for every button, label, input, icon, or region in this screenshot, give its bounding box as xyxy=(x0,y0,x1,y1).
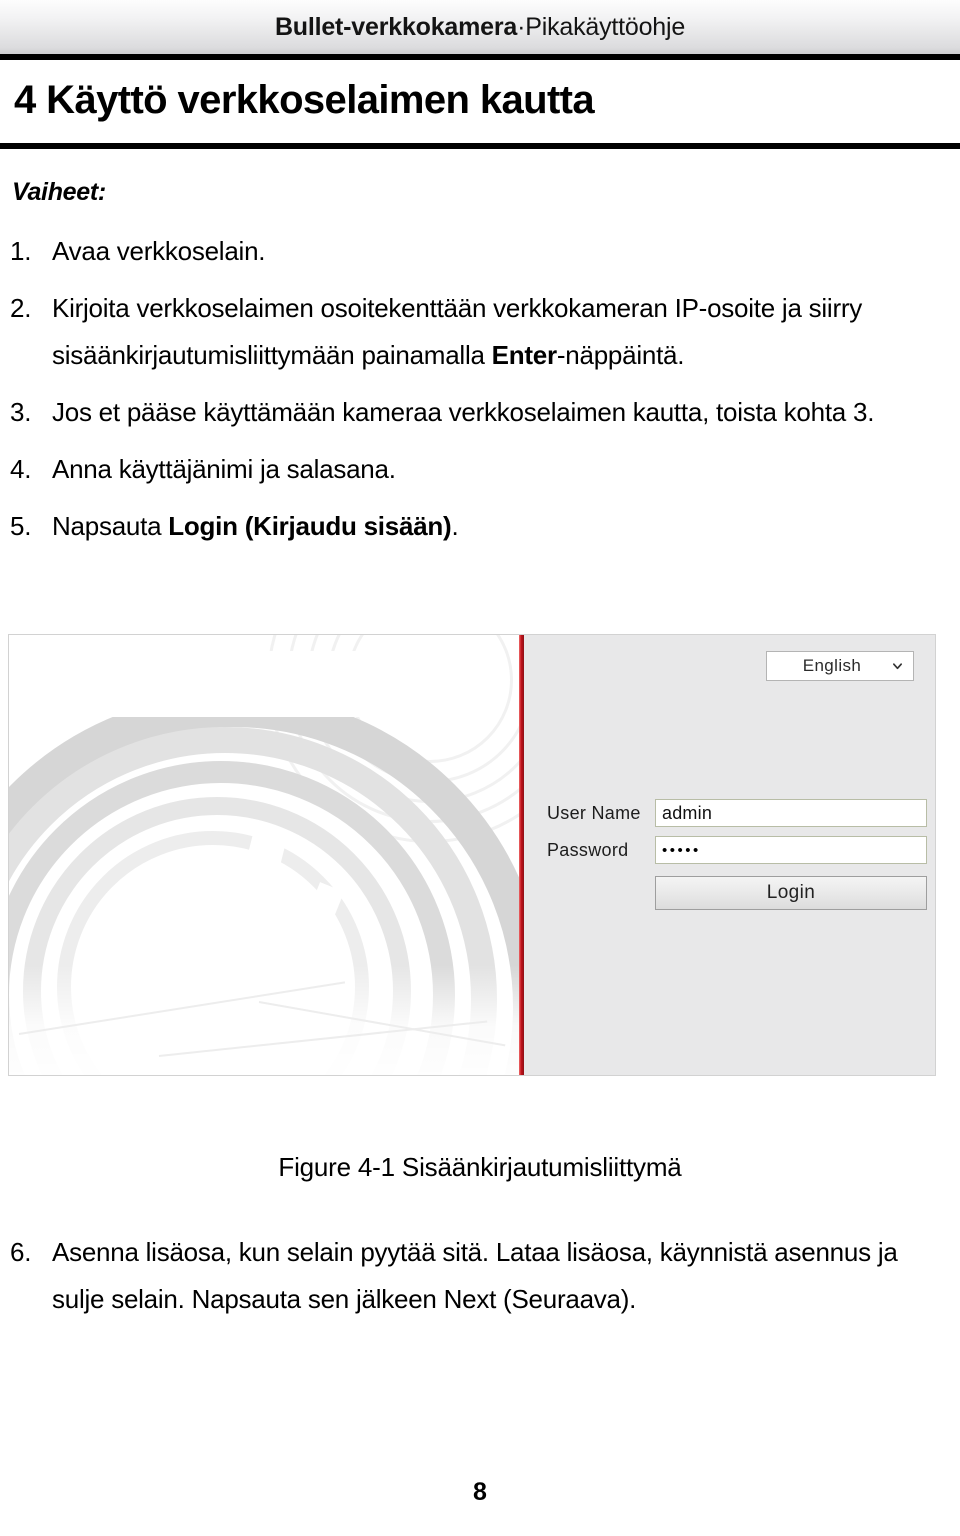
list-item-text: Kirjoita verkkoselaimen osoitekenttään v… xyxy=(52,285,944,379)
login-panel: English User Name admin Password ••••• L… xyxy=(524,635,935,1075)
list-item: 3. Jos et pääse käyttämään kameraa verkk… xyxy=(0,389,944,436)
list-item: 1. Avaa verkkoselain. xyxy=(0,228,944,275)
list-item-text-emphasis: Enter xyxy=(491,340,557,370)
login-decorative-artwork xyxy=(9,635,519,1075)
steps-label: Vaiheet: xyxy=(12,178,106,206)
list-item: 4. Anna käyttäjänimi ja salasana. xyxy=(0,446,944,493)
list-item-text-after: . xyxy=(451,511,459,541)
chevron-down-icon xyxy=(893,663,902,670)
password-input[interactable]: ••••• xyxy=(655,836,927,864)
user-name-label: User Name xyxy=(547,802,641,823)
running-header: Bullet-verkkokamera·Pikakäyttöohje xyxy=(0,0,960,54)
list-item-number: 4. xyxy=(10,454,32,484)
list-item-text: Anna käyttäjänimi ja salasana. xyxy=(52,454,396,484)
title-rule xyxy=(0,143,960,149)
password-row: Password ••••• xyxy=(547,836,927,864)
figure-caption: Figure 4-1 Sisäänkirjautumisliittymä xyxy=(278,1152,682,1182)
list-item-text-before: Kirjoita verkkoselaimen osoitekenttään v… xyxy=(52,293,863,370)
steps-list-continued: 6. Asenna lisäosa, kun selain pyytää sit… xyxy=(0,1229,944,1333)
password-masked-value: ••••• xyxy=(662,841,701,859)
artwork-fade xyxy=(9,965,519,1075)
list-item-text-before: Napsauta xyxy=(52,511,169,541)
password-label: Password xyxy=(547,839,629,860)
steps-list: 1. Avaa verkkoselain. 2. Kirjoita verkko… xyxy=(0,228,944,560)
list-item-text-emphasis: Login (Kirjaudu sisään) xyxy=(168,511,452,541)
list-item-number: 3. xyxy=(10,397,32,427)
running-header-product: Bullet-verkkokamera xyxy=(274,12,518,41)
login-screenshot-figure: English User Name admin Password ••••• L… xyxy=(8,634,936,1076)
user-name-input[interactable]: admin xyxy=(655,799,927,827)
list-item-number: 1. xyxy=(10,236,32,266)
running-header-text: Bullet-verkkokamera·Pikakäyttöohje xyxy=(275,13,685,42)
list-item: 5. Napsauta Login (Kirjaudu sisään). xyxy=(0,503,944,550)
user-name-row: User Name admin xyxy=(547,799,927,827)
list-item-text-after: -näppäintä. xyxy=(556,340,685,370)
list-item-text: Jos et pääse käyttämään kameraa verkkose… xyxy=(52,397,875,427)
list-item: 2. Kirjoita verkkoselaimen osoitekenttää… xyxy=(0,285,944,379)
login-button[interactable]: Login xyxy=(655,876,927,910)
language-select[interactable]: English xyxy=(766,651,914,681)
page-number: 8 xyxy=(473,1478,487,1506)
ring-notch xyxy=(97,651,397,717)
list-item-number: 5. xyxy=(10,511,32,541)
list-item-text: Napsauta Login (Kirjaudu sisään). xyxy=(52,503,944,550)
list-item-number: 2. xyxy=(10,293,32,323)
page-title: 4 Käyttö verkkoselaimen kautta xyxy=(14,78,595,122)
login-form: User Name admin Password ••••• Login xyxy=(547,799,927,910)
list-item-text: Asenna lisäosa, kun selain pyytää sitä. … xyxy=(52,1237,898,1314)
header-rule xyxy=(0,54,960,60)
list-item: 6. Asenna lisäosa, kun selain pyytää sit… xyxy=(0,1229,944,1323)
list-item-text: Avaa verkkoselain. xyxy=(52,236,266,266)
running-header-subtitle: ·Pikakäyttöohje xyxy=(517,12,686,41)
list-item-number: 6. xyxy=(10,1237,32,1267)
